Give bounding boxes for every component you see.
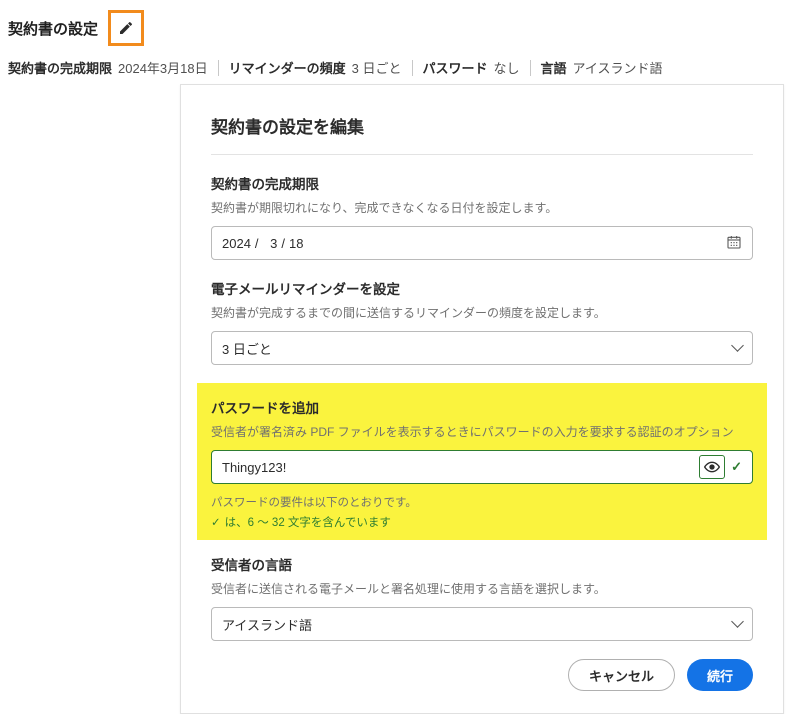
deadline-field: 契約書の完成期限 契約書が期限切れになり、完成できなくなる日付を設定します。 2… xyxy=(211,173,753,260)
summary-password-value: なし xyxy=(494,58,520,77)
summary-deadline-label: 契約書の完成期限 xyxy=(8,58,112,77)
password-input[interactable] xyxy=(222,460,699,475)
chevron-down-icon xyxy=(733,617,742,632)
deadline-desc: 契約書が期限切れになり、完成できなくなる日付を設定します。 xyxy=(211,199,753,216)
reminder-select-value: 3 日ごと xyxy=(222,339,272,358)
pencil-icon xyxy=(118,20,134,36)
password-label: パスワードを追加 xyxy=(211,397,753,417)
settings-header: 契約書の設定 契約書の完成期限 2024年3月18日 リマインダーの頻度 3 日… xyxy=(0,0,799,77)
summary-language-label: 言語 xyxy=(541,58,567,77)
edit-settings-button[interactable] xyxy=(108,10,144,46)
language-select[interactable]: アイスランド語 xyxy=(211,607,753,641)
reminder-label: 電子メールリマインダーを設定 xyxy=(211,278,753,298)
eye-icon xyxy=(704,461,720,473)
divider xyxy=(412,60,413,76)
edit-settings-dialog: 契約書の設定を編集 契約書の完成期限 契約書が期限切れになり、完成できなくなる日… xyxy=(180,84,784,714)
divider xyxy=(218,60,219,76)
summary-password-label: パスワード xyxy=(423,58,488,77)
settings-summary: 契約書の完成期限 2024年3月18日 リマインダーの頻度 3 日ごと パスワー… xyxy=(8,58,791,77)
cancel-button[interactable]: キャンセル xyxy=(568,659,675,691)
password-requirements-header: パスワードの要件は以下のとおりです。 xyxy=(211,494,753,510)
summary-reminder-value: 3 日ごと xyxy=(352,58,402,77)
summary-deadline-value: 2024年3月18日 xyxy=(118,58,208,77)
continue-button[interactable]: 続行 xyxy=(687,659,753,691)
background-content xyxy=(0,96,178,576)
summary-reminder-label: リマインダーの頻度 xyxy=(229,58,346,77)
password-field-highlighted: パスワードを追加 受信者が署名済み PDF ファイルを表示するときにパスワードの… xyxy=(197,383,767,540)
reminder-select[interactable]: 3 日ごと xyxy=(211,331,753,365)
divider xyxy=(530,60,531,76)
language-field: 受信者の言語 受信者に送信される電子メールと署名処理に使用する言語を選択します。… xyxy=(211,554,753,641)
language-label: 受信者の言語 xyxy=(211,554,753,574)
chevron-down-icon xyxy=(733,341,742,356)
password-valid-check-icon: ✓ xyxy=(731,459,742,475)
check-icon: ✓ xyxy=(211,515,221,529)
language-desc: 受信者に送信される電子メールと署名処理に使用する言語を選択します。 xyxy=(211,580,753,597)
deadline-label: 契約書の完成期限 xyxy=(211,173,753,193)
summary-language-value: アイスランド語 xyxy=(573,58,663,77)
calendar-icon[interactable] xyxy=(726,234,742,253)
password-input-wrap: ✓ xyxy=(211,450,753,484)
password-desc: 受信者が署名済み PDF ファイルを表示するときにパスワードの入力を要求する認証… xyxy=(211,423,753,440)
password-requirement-ok: ✓ は、6 ～ 32 文字を含んでいます xyxy=(211,514,753,530)
language-select-value: アイスランド語 xyxy=(222,615,312,634)
page-title: 契約書の設定 xyxy=(8,18,98,39)
dialog-buttons: キャンセル 続行 xyxy=(211,659,753,691)
reminder-desc: 契約書が完成するまでの間に送信するリマインダーの頻度を設定します。 xyxy=(211,304,753,321)
date-display: 2024/ 3/ 18 xyxy=(222,236,304,251)
toggle-password-visibility-button[interactable] xyxy=(699,455,725,479)
deadline-input[interactable]: 2024/ 3/ 18 xyxy=(211,226,753,260)
reminder-field: 電子メールリマインダーを設定 契約書が完成するまでの間に送信するリマインダーの頻… xyxy=(211,278,753,365)
dialog-title: 契約書の設定を編集 xyxy=(211,113,753,155)
